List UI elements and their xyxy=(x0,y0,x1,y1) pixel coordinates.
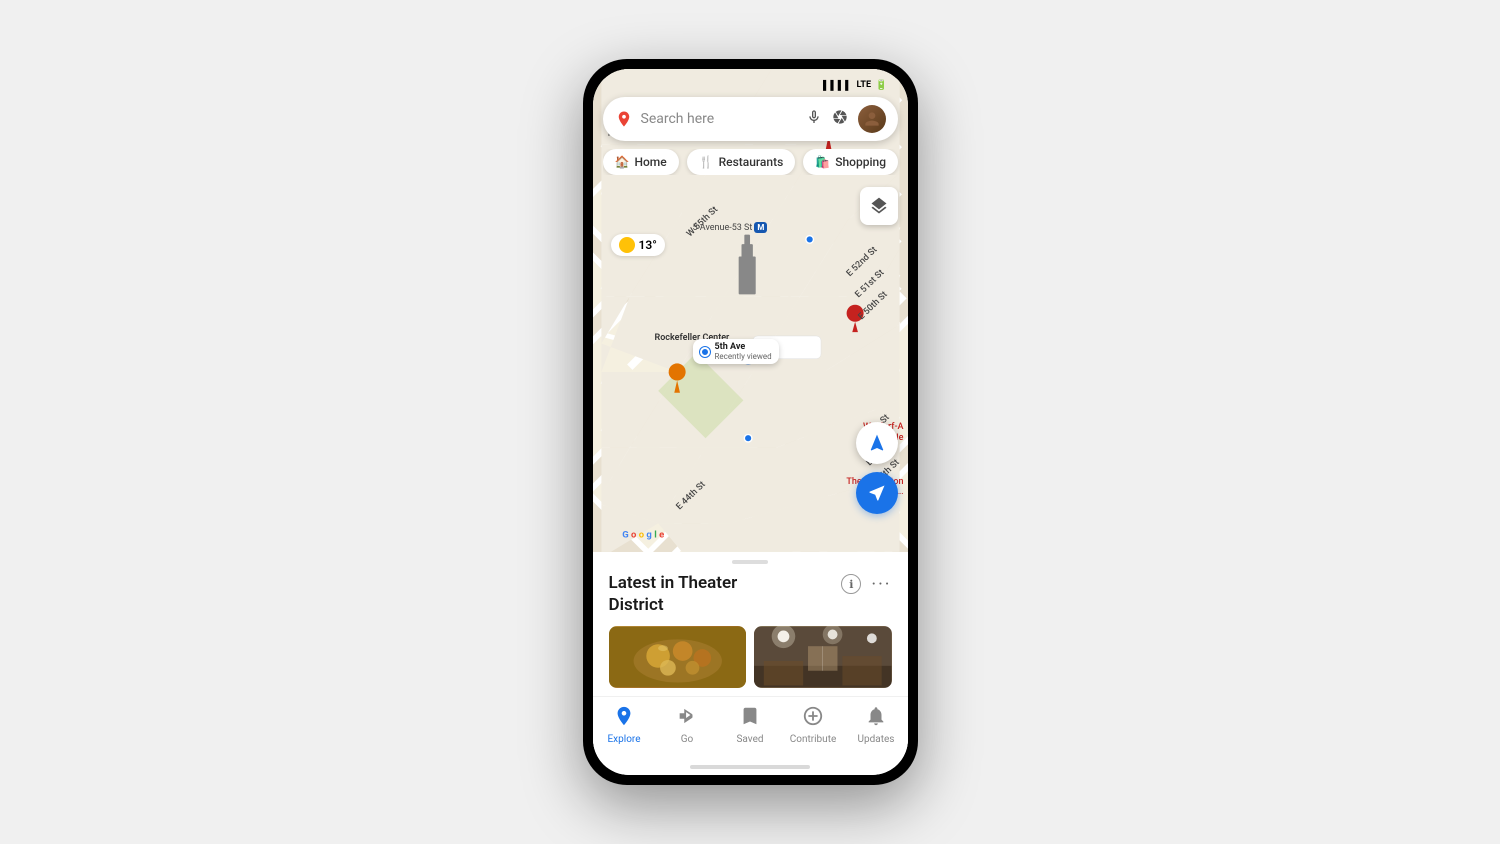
more-button[interactable]: ··· xyxy=(871,574,891,595)
status-icons: ▌▌▌▌ LTE 🔋 xyxy=(823,80,887,91)
bottom-nav: Explore Go Saved xyxy=(593,696,908,761)
contribute-icon xyxy=(802,705,824,732)
metro-label: 5 Avenue-53 St M xyxy=(693,222,768,233)
phone-frame: G o o g l e ▌▌▌▌ LTE 🔋 Trump To xyxy=(583,59,918,785)
mic-icon[interactable] xyxy=(806,109,822,129)
explore-icon xyxy=(613,705,635,732)
search-input[interactable]: Search here xyxy=(641,111,798,127)
fifth-ave-label: 5th Ave xyxy=(715,342,772,352)
updates-icon xyxy=(865,705,887,732)
fifth-ave-popup[interactable]: 5th Ave Recently viewed xyxy=(693,339,779,364)
nav-item-go[interactable]: Go xyxy=(656,705,719,745)
nav-item-explore[interactable]: Explore xyxy=(593,705,656,745)
latest-actions: ℹ ··· xyxy=(841,574,891,595)
drag-indicator[interactable] xyxy=(593,552,908,568)
filter-tab-home[interactable]: 🏠 Home xyxy=(603,149,679,175)
go-icon xyxy=(676,705,698,732)
search-bar[interactable]: Search here xyxy=(603,97,898,141)
battery-icon: 🔋 xyxy=(875,80,887,91)
phone-screen: G o o g l e ▌▌▌▌ LTE 🔋 Trump To xyxy=(593,69,908,775)
food-photo xyxy=(609,626,747,688)
layers-icon xyxy=(869,196,889,216)
nav-item-contribute[interactable]: Contribute xyxy=(782,705,845,745)
home-indicator xyxy=(690,765,810,769)
latest-title: Latest in TheaterDistrict xyxy=(609,572,738,616)
shopping-tab-icon: 🛍️ xyxy=(815,155,830,169)
maps-pin-icon xyxy=(615,110,633,128)
search-bar-container: Search here xyxy=(603,97,898,141)
sun-icon xyxy=(619,237,635,253)
go-label: Go xyxy=(681,734,694,745)
status-bar: ▌▌▌▌ LTE 🔋 xyxy=(593,69,908,97)
route-button[interactable] xyxy=(856,472,898,514)
latest-header: Latest in TheaterDistrict ℹ ··· xyxy=(609,572,892,616)
map-layers-button[interactable] xyxy=(860,187,898,225)
svg-text:G o o: G o o g l e xyxy=(622,530,664,541)
explore-label: Explore xyxy=(608,734,641,745)
navigation-icon xyxy=(867,433,887,453)
user-avatar[interactable] xyxy=(858,105,886,133)
nav-item-updates[interactable]: Updates xyxy=(845,705,908,745)
updates-label: Updates xyxy=(858,734,895,745)
info-button[interactable]: ℹ xyxy=(841,574,861,594)
interior-photo xyxy=(754,626,892,688)
restaurants-tab-icon: 🍴 xyxy=(699,155,714,169)
temperature-badge: 13° xyxy=(611,234,665,256)
photo-thumb-1[interactable] xyxy=(609,626,747,688)
home-tab-label: Home xyxy=(634,155,666,169)
nav-item-saved[interactable]: Saved xyxy=(719,705,782,745)
filter-tab-shopping[interactable]: 🛍️ Shopping xyxy=(803,149,898,175)
saved-icon xyxy=(739,705,761,732)
signal-icon: ▌▌▌▌ xyxy=(823,80,853,91)
contribute-label: Contribute xyxy=(790,734,837,745)
camera-icon[interactable] xyxy=(832,109,848,129)
bottom-panel: Latest in TheaterDistrict ℹ ··· xyxy=(593,552,908,761)
network-type: LTE xyxy=(857,80,872,90)
home-tab-icon: 🏠 xyxy=(615,155,630,169)
route-icon xyxy=(867,483,887,503)
latest-section: Latest in TheaterDistrict ℹ ··· xyxy=(593,568,908,696)
search-icons xyxy=(806,105,886,133)
shopping-tab-label: Shopping xyxy=(835,155,886,169)
metro-badge-m: M xyxy=(754,222,767,233)
navigation-button[interactable] xyxy=(856,422,898,464)
home-indicator-area xyxy=(593,761,908,775)
recently-viewed-label: Recently viewed xyxy=(715,352,772,361)
filter-tabs: 🏠 Home 🍴 Restaurants 🛍️ Shopping xyxy=(603,149,908,175)
filter-tab-restaurants[interactable]: 🍴 Restaurants xyxy=(687,149,796,175)
drag-handle xyxy=(732,560,768,564)
temperature-value: 13° xyxy=(639,238,657,252)
map-container[interactable]: G o o g l e ▌▌▌▌ LTE 🔋 Trump To xyxy=(593,69,908,552)
photo-thumb-2[interactable] xyxy=(754,626,892,688)
saved-label: Saved xyxy=(736,734,763,745)
photos-row xyxy=(609,626,892,688)
restaurants-tab-label: Restaurants xyxy=(719,155,784,169)
